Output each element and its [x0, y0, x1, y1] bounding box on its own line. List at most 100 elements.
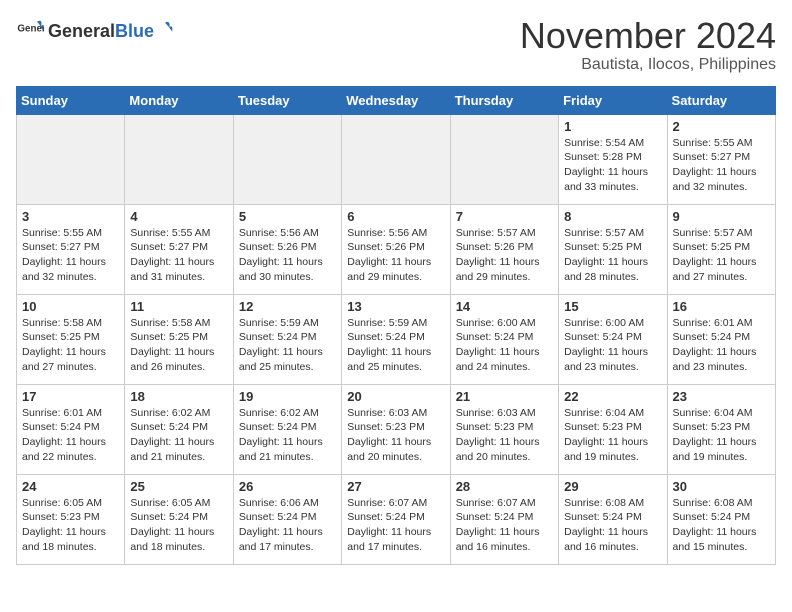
- calendar-cell: 11Sunrise: 5:58 AM Sunset: 5:25 PM Dayli…: [125, 294, 233, 384]
- day-info: Sunrise: 6:03 AM Sunset: 5:23 PM Dayligh…: [347, 406, 444, 465]
- day-info: Sunrise: 6:07 AM Sunset: 5:24 PM Dayligh…: [347, 496, 444, 555]
- location-title: Bautista, Ilocos, Philippines: [520, 56, 776, 74]
- logo-general: General: [48, 21, 115, 42]
- day-number: 8: [564, 209, 661, 224]
- calendar-cell: 23 Sunrise: 6:04 AM Sunset: 5:23 PM Dayli…: [667, 384, 775, 474]
- day-info: Sunrise: 6:07 AM Sunset: 5:24 PM Dayligh…: [456, 496, 553, 555]
- day-number: 18: [130, 389, 227, 404]
- day-info: Sunrise: 5:55 AM Sunset: 5:27 PM Dayligh…: [673, 136, 770, 195]
- logo: General General Blue: [16, 16, 174, 44]
- calendar-week-row: 3Sunrise: 5:55 AM Sunset: 5:27 PM Daylig…: [17, 204, 776, 294]
- day-info: Sunrise: 5:54 AM Sunset: 5:28 PM Dayligh…: [564, 136, 661, 195]
- day-info: Sunrise: 6:03 AM Sunset: 5:23 PM Dayligh…: [456, 406, 553, 465]
- calendar-cell: [233, 114, 341, 204]
- day-info: Sunrise: 5:57 AM Sunset: 5:26 PM Dayligh…: [456, 226, 553, 285]
- day-info: Sunrise: 6:01 AM Sunset: 5:24 PM Dayligh…: [673, 316, 770, 375]
- calendar-cell: [17, 114, 125, 204]
- calendar-cell: 5Sunrise: 5:56 AM Sunset: 5:26 PM Daylig…: [233, 204, 341, 294]
- weekday-header-friday: Friday: [559, 86, 667, 114]
- calendar-cell: 6 Sunrise: 5:56 AM Sunset: 5:26 PM Daylig…: [342, 204, 450, 294]
- calendar-week-row: 1 Sunrise: 5:54 AM Sunset: 5:28 PM Daylig…: [17, 114, 776, 204]
- day-info: Sunrise: 6:04 AM Sunset: 5:23 PM Dayligh…: [564, 406, 661, 465]
- weekday-header-monday: Monday: [125, 86, 233, 114]
- day-info: Sunrise: 6:08 AM Sunset: 5:24 PM Dayligh…: [564, 496, 661, 555]
- day-number: 9: [673, 209, 770, 224]
- calendar-cell: 14 Sunrise: 6:00 AM Sunset: 5:24 PM Dayli…: [450, 294, 558, 384]
- day-info: Sunrise: 6:08 AM Sunset: 5:24 PM Dayligh…: [673, 496, 770, 555]
- calendar-cell: 15 Sunrise: 6:00 AM Sunset: 5:24 PM Dayli…: [559, 294, 667, 384]
- calendar-week-row: 17 Sunrise: 6:01 AM Sunset: 5:24 PM Dayli…: [17, 384, 776, 474]
- day-info: Sunrise: 6:05 AM Sunset: 5:23 PM Dayligh…: [22, 496, 119, 555]
- calendar-cell: 17 Sunrise: 6:01 AM Sunset: 5:24 PM Dayli…: [17, 384, 125, 474]
- day-info: Sunrise: 5:55 AM Sunset: 5:27 PM Dayligh…: [22, 226, 119, 285]
- day-info: Sunrise: 6:00 AM Sunset: 5:24 PM Dayligh…: [564, 316, 661, 375]
- weekday-header-sunday: Sunday: [17, 86, 125, 114]
- calendar-week-row: 10 Sunrise: 5:58 AM Sunset: 5:25 PM Dayli…: [17, 294, 776, 384]
- day-info: Sunrise: 6:02 AM Sunset: 5:24 PM Dayligh…: [130, 406, 227, 465]
- calendar-cell: 30Sunrise: 6:08 AM Sunset: 5:24 PM Dayli…: [667, 474, 775, 564]
- calendar-cell: 24 Sunrise: 6:05 AM Sunset: 5:23 PM Dayli…: [17, 474, 125, 564]
- day-number: 27: [347, 479, 444, 494]
- day-number: 7: [456, 209, 553, 224]
- calendar-cell: [342, 114, 450, 204]
- calendar-cell: 25Sunrise: 6:05 AM Sunset: 5:24 PM Dayli…: [125, 474, 233, 564]
- day-info: Sunrise: 6:01 AM Sunset: 5:24 PM Dayligh…: [22, 406, 119, 465]
- calendar-cell: 1 Sunrise: 5:54 AM Sunset: 5:28 PM Daylig…: [559, 114, 667, 204]
- calendar-cell: 26Sunrise: 6:06 AM Sunset: 5:24 PM Dayli…: [233, 474, 341, 564]
- page-header: General General Blue November 2024 Bauti…: [16, 16, 776, 74]
- weekday-header-row: SundayMondayTuesdayWednesdayThursdayFrid…: [17, 86, 776, 114]
- day-number: 20: [347, 389, 444, 404]
- calendar-cell: 9 Sunrise: 5:57 AM Sunset: 5:25 PM Daylig…: [667, 204, 775, 294]
- weekday-header-wednesday: Wednesday: [342, 86, 450, 114]
- day-number: 2: [673, 119, 770, 134]
- day-number: 24: [22, 479, 119, 494]
- calendar-cell: 13 Sunrise: 5:59 AM Sunset: 5:24 PM Dayli…: [342, 294, 450, 384]
- calendar-table: SundayMondayTuesdayWednesdayThursdayFrid…: [16, 86, 776, 565]
- calendar-cell: 4Sunrise: 5:55 AM Sunset: 5:27 PM Daylig…: [125, 204, 233, 294]
- day-number: 12: [239, 299, 336, 314]
- day-info: Sunrise: 5:57 AM Sunset: 5:25 PM Dayligh…: [564, 226, 661, 285]
- day-info: Sunrise: 6:00 AM Sunset: 5:24 PM Dayligh…: [456, 316, 553, 375]
- calendar-cell: 2 Sunrise: 5:55 AM Sunset: 5:27 PM Daylig…: [667, 114, 775, 204]
- logo-icon: General: [16, 16, 44, 44]
- calendar-cell: 29 Sunrise: 6:08 AM Sunset: 5:24 PM Dayli…: [559, 474, 667, 564]
- calendar-cell: 18 Sunrise: 6:02 AM Sunset: 5:24 PM Dayli…: [125, 384, 233, 474]
- day-number: 1: [564, 119, 661, 134]
- day-number: 29: [564, 479, 661, 494]
- calendar-cell: 28 Sunrise: 6:07 AM Sunset: 5:24 PM Dayli…: [450, 474, 558, 564]
- day-number: 15: [564, 299, 661, 314]
- calendar-cell: 12Sunrise: 5:59 AM Sunset: 5:24 PM Dayli…: [233, 294, 341, 384]
- day-info: Sunrise: 5:56 AM Sunset: 5:26 PM Dayligh…: [347, 226, 444, 285]
- calendar-cell: 19Sunrise: 6:02 AM Sunset: 5:24 PM Dayli…: [233, 384, 341, 474]
- calendar-cell: [450, 114, 558, 204]
- calendar-cell: 27 Sunrise: 6:07 AM Sunset: 5:24 PM Dayli…: [342, 474, 450, 564]
- calendar-cell: 10 Sunrise: 5:58 AM Sunset: 5:25 PM Dayli…: [17, 294, 125, 384]
- weekday-header-tuesday: Tuesday: [233, 86, 341, 114]
- day-number: 17: [22, 389, 119, 404]
- day-number: 23: [673, 389, 770, 404]
- day-number: 22: [564, 389, 661, 404]
- day-number: 16: [673, 299, 770, 314]
- calendar-cell: 3Sunrise: 5:55 AM Sunset: 5:27 PM Daylig…: [17, 204, 125, 294]
- calendar-cell: 22 Sunrise: 6:04 AM Sunset: 5:23 PM Dayli…: [559, 384, 667, 474]
- day-info: Sunrise: 5:58 AM Sunset: 5:25 PM Dayligh…: [130, 316, 227, 375]
- month-title: November 2024: [520, 16, 776, 56]
- day-info: Sunrise: 6:05 AM Sunset: 5:24 PM Dayligh…: [130, 496, 227, 555]
- day-number: 28: [456, 479, 553, 494]
- logo-blue: Blue: [115, 21, 154, 42]
- day-info: Sunrise: 5:59 AM Sunset: 5:24 PM Dayligh…: [347, 316, 444, 375]
- day-number: 6: [347, 209, 444, 224]
- calendar-cell: 16 Sunrise: 6:01 AM Sunset: 5:24 PM Dayli…: [667, 294, 775, 384]
- day-info: Sunrise: 5:57 AM Sunset: 5:25 PM Dayligh…: [673, 226, 770, 285]
- calendar-week-row: 24 Sunrise: 6:05 AM Sunset: 5:23 PM Dayli…: [17, 474, 776, 564]
- day-number: 26: [239, 479, 336, 494]
- day-number: 14: [456, 299, 553, 314]
- day-info: Sunrise: 5:58 AM Sunset: 5:25 PM Dayligh…: [22, 316, 119, 375]
- day-number: 10: [22, 299, 119, 314]
- day-info: Sunrise: 6:04 AM Sunset: 5:23 PM Dayligh…: [673, 406, 770, 465]
- day-number: 13: [347, 299, 444, 314]
- weekday-header-thursday: Thursday: [450, 86, 558, 114]
- day-number: 5: [239, 209, 336, 224]
- day-number: 21: [456, 389, 553, 404]
- day-number: 4: [130, 209, 227, 224]
